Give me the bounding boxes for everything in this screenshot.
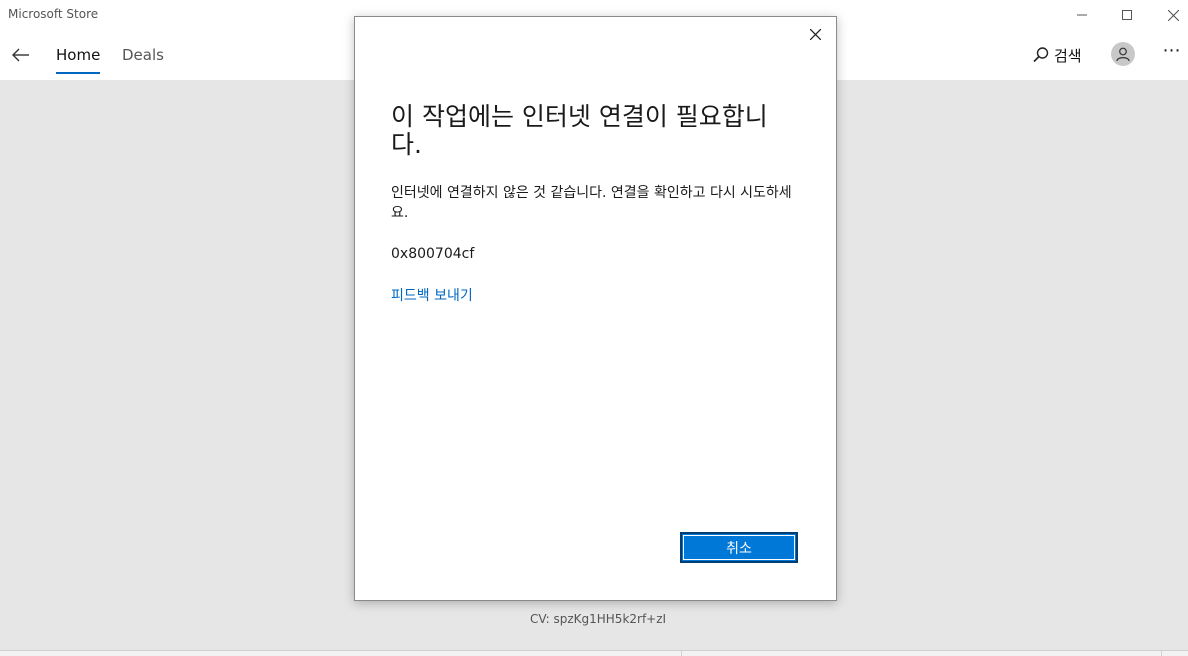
search-icon (1033, 47, 1049, 63)
maximize-icon (1122, 10, 1132, 20)
cancel-button[interactable]: 취소 (680, 532, 798, 563)
dialog-title: 이 작업에는 인터넷 연결이 필요합니다. (391, 102, 768, 159)
search-label: 검색 (1054, 46, 1082, 65)
error-dialog: 이 작업에는 인터넷 연결이 필요합니다. 인터넷에 연결하지 않은 것 같습니… (354, 16, 837, 601)
window-close-button[interactable] (1150, 0, 1188, 30)
user-icon (1116, 47, 1130, 62)
tab-deals[interactable]: Deals (122, 46, 164, 64)
error-code: 0x800704cf (391, 246, 475, 262)
close-icon (1167, 9, 1179, 21)
more-button[interactable]: ⋯ (1158, 40, 1186, 64)
back-button[interactable] (6, 40, 36, 70)
account-button[interactable] (1111, 42, 1135, 66)
bottom-strip (0, 650, 1188, 656)
close-icon (809, 28, 821, 40)
minimize-button[interactable] (1059, 0, 1105, 30)
correlation-vector-text: CV: spzKg1HH5k2rf+zI (530, 612, 667, 626)
maximize-button[interactable] (1104, 0, 1150, 30)
more-icon: ⋯ (1162, 40, 1182, 61)
bottom-divider (1161, 650, 1162, 656)
bottom-divider (681, 650, 682, 656)
back-arrow-icon (12, 48, 29, 62)
app-title: Microsoft Store (8, 7, 99, 21)
tab-home[interactable]: Home (56, 46, 101, 74)
dialog-close-button[interactable] (806, 25, 824, 43)
dialog-message: 인터넷에 연결하지 않은 것 같습니다. 연결을 확인하고 다시 시도하세요. (391, 185, 792, 221)
send-feedback-link[interactable]: 피드백 보내기 (391, 285, 473, 305)
cancel-button-label: 취소 (726, 540, 752, 557)
search-button[interactable]: 검색 (1032, 43, 1082, 67)
minimize-icon (1077, 14, 1087, 16)
